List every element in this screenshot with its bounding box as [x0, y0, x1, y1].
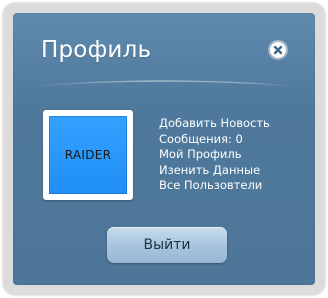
close-icon [273, 45, 283, 55]
profile-widget-frame: Профиль RAIDER Добавить Новость Сообщени… [3, 3, 325, 295]
profile-panel: Профиль RAIDER Добавить Новость Сообщени… [13, 13, 315, 285]
close-button[interactable] [270, 42, 286, 58]
profile-menu: Добавить Новость Сообщения: 0 Мой Профил… [159, 116, 270, 194]
logout-button[interactable]: Выйти [107, 227, 227, 263]
menu-item-add-news[interactable]: Добавить Новость [159, 116, 270, 132]
menu-item-edit-data[interactable]: Изенить Данные [159, 163, 270, 179]
avatar-label: RAIDER [64, 148, 112, 162]
menu-item-my-profile[interactable]: Мой Профиль [159, 147, 270, 163]
menu-item-all-users[interactable]: Все Пользовтели [159, 178, 270, 194]
menu-item-messages[interactable]: Сообщения: 0 [159, 132, 270, 148]
panel-title: Профиль [41, 37, 152, 63]
avatar: RAIDER [49, 116, 127, 194]
avatar-frame: RAIDER [43, 110, 133, 200]
title-divider [35, 80, 293, 87]
